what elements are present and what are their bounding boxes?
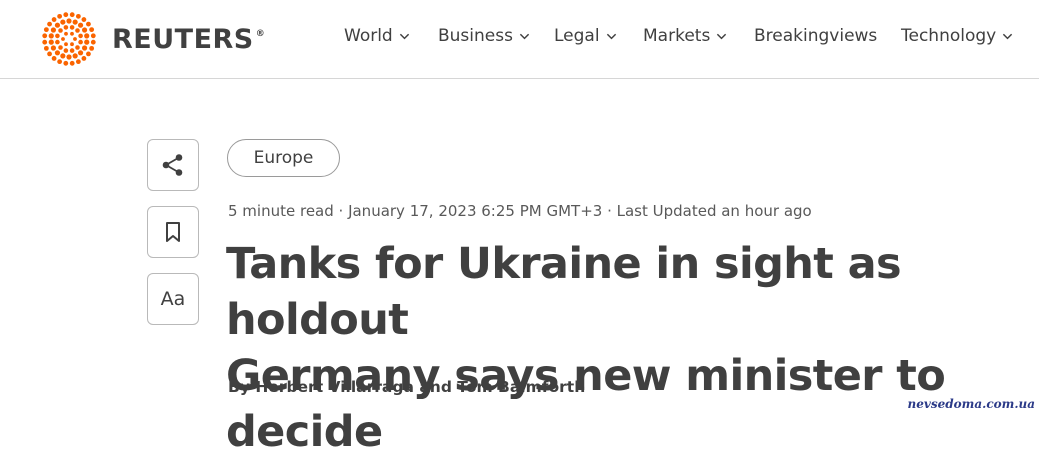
logo-dot xyxy=(75,28,80,33)
logo-dot xyxy=(70,31,74,36)
nav-legal-label: Legal xyxy=(554,26,600,46)
logo-dot xyxy=(63,60,69,66)
logo-dot xyxy=(78,33,83,39)
logo-dot xyxy=(89,45,95,51)
chevron-down-icon xyxy=(519,33,530,39)
nav-legal[interactable]: Legal xyxy=(554,26,617,46)
logo-dot xyxy=(47,51,52,57)
logo-dot xyxy=(81,27,88,33)
article-byline: By Herbert Villarraga and Tom Balmforth xyxy=(228,378,586,396)
watermark-text: nevsedoma.com.ua xyxy=(907,397,1035,411)
logo-dot xyxy=(42,39,48,45)
logo-dot xyxy=(84,33,90,39)
logo-dot xyxy=(47,21,52,27)
logo-dot xyxy=(60,19,66,25)
logo-dot xyxy=(63,48,69,53)
nav-world-label: World xyxy=(344,26,393,46)
logo-dot xyxy=(69,25,75,30)
chevron-down-icon xyxy=(399,33,409,39)
logo-dot xyxy=(72,19,78,25)
logo-dot xyxy=(66,54,72,60)
logo-dot xyxy=(58,45,63,50)
logo-dot xyxy=(61,37,65,41)
logo-dot xyxy=(90,33,96,39)
logo-dot xyxy=(54,50,61,56)
logo-dot xyxy=(70,42,74,47)
logo-dot xyxy=(51,56,57,61)
logo-dot xyxy=(55,39,60,45)
logo-dot xyxy=(63,25,69,30)
logo-dot xyxy=(69,48,75,53)
logo-dot xyxy=(57,13,63,19)
logo-text: REUTERS ® xyxy=(112,23,266,55)
share-button[interactable] xyxy=(147,139,199,191)
logo-dot xyxy=(75,13,81,19)
text-size-button[interactable]: Aa xyxy=(147,273,199,325)
logo-dot xyxy=(69,60,75,66)
logo-dot xyxy=(48,33,54,39)
top-navigation-bar: REUTERS ® World Business Legal Markets Br… xyxy=(0,0,1039,79)
section-tag-label: Europe xyxy=(253,148,314,168)
chevron-down-icon xyxy=(606,33,616,39)
logo-dot xyxy=(77,50,84,56)
nav-technology-label: Technology xyxy=(901,26,997,46)
headline-line-1: Tanks for Ukraine in sight as holdout xyxy=(226,239,902,345)
logo-dot xyxy=(57,59,63,65)
logo-dot xyxy=(66,18,72,24)
reuters-logo[interactable]: REUTERS ® xyxy=(38,10,265,68)
article-headline: Tanks for Ukraine in sight as holdout Ge… xyxy=(226,236,1036,460)
bookmark-icon xyxy=(166,222,180,242)
logo-dot xyxy=(84,39,90,45)
logo-dot xyxy=(60,53,66,59)
logo-dot xyxy=(86,51,91,57)
logo-dot xyxy=(42,33,48,39)
nav-markets-label: Markets xyxy=(643,26,711,46)
logo-dot xyxy=(43,45,49,51)
logo-dot xyxy=(89,27,95,33)
nav-business-label: Business xyxy=(438,26,513,46)
logo-dot xyxy=(54,22,61,28)
logo-dot xyxy=(55,33,60,39)
logo-dot xyxy=(77,22,84,28)
logo-dot xyxy=(75,59,81,65)
logo-dot xyxy=(72,53,78,59)
logo-dot xyxy=(69,12,75,18)
logo-dot xyxy=(75,45,80,50)
logo-dot xyxy=(50,27,57,33)
logo-dot xyxy=(81,56,87,61)
logo-dot xyxy=(81,17,87,22)
article-meta: 5 minute read · January 17, 2023 6:25 PM… xyxy=(228,202,812,220)
nav-markets[interactable]: Markets xyxy=(643,26,727,46)
logo-dot xyxy=(58,28,63,33)
bookmark-button[interactable] xyxy=(147,206,199,258)
logo-dot xyxy=(86,21,91,27)
section-tag-europe[interactable]: Europe xyxy=(227,139,340,177)
logo-dot xyxy=(73,37,77,41)
chevron-down-icon xyxy=(1003,33,1013,39)
logo-dot xyxy=(63,12,69,18)
logo-dot xyxy=(64,31,68,36)
chevron-down-icon xyxy=(717,33,727,39)
logo-dot xyxy=(48,39,54,45)
share-icon xyxy=(162,154,183,176)
text-size-label: Aa xyxy=(160,288,186,310)
logo-dot xyxy=(50,45,57,51)
logo-dot xyxy=(81,45,88,51)
logo-dot xyxy=(90,39,96,45)
nav-breakingviews-label: Breakingviews xyxy=(754,26,878,46)
nav-business[interactable]: Business xyxy=(438,26,530,46)
reuters-logo-icon xyxy=(42,12,96,66)
nav-breakingviews[interactable]: Breakingviews xyxy=(754,26,877,46)
nav-world[interactable]: World xyxy=(344,26,410,46)
logo-dot xyxy=(43,27,49,33)
logo-dot xyxy=(64,42,68,47)
logo-dot xyxy=(51,17,57,22)
logo-dot xyxy=(78,39,83,45)
nav-technology[interactable]: Technology xyxy=(901,26,1013,46)
